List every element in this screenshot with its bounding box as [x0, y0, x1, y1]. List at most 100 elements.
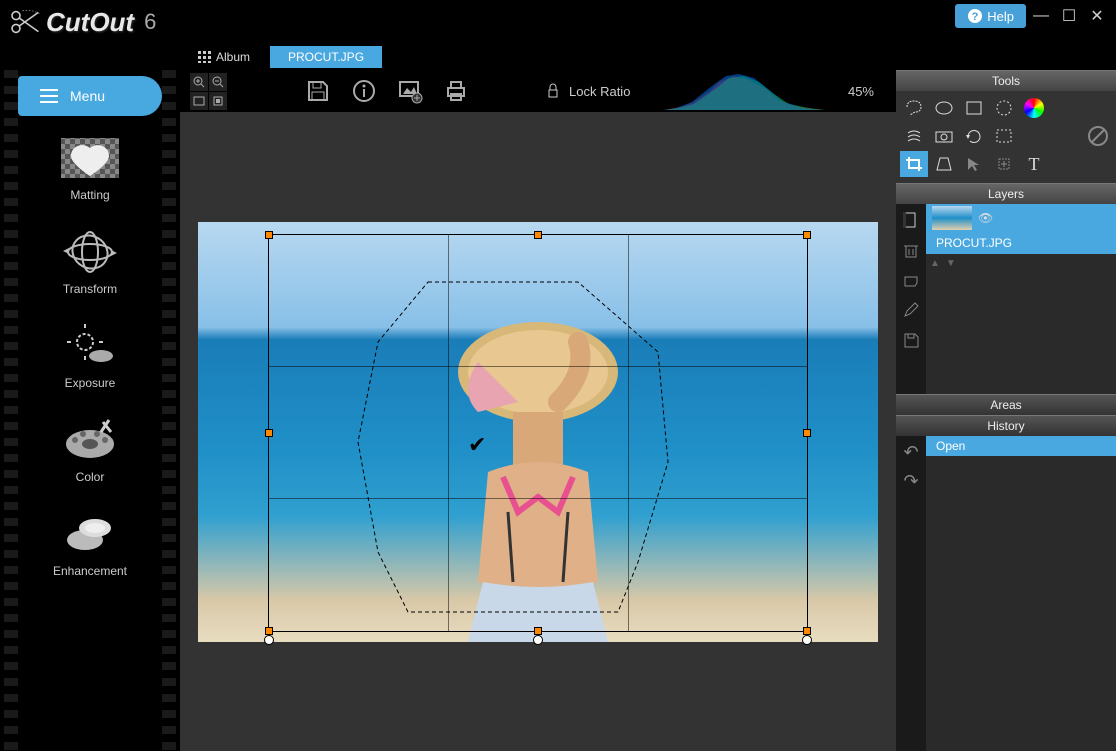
- matting-icon: [55, 134, 125, 182]
- close-button[interactable]: ✕: [1084, 5, 1110, 27]
- history-panel-header: History: [896, 415, 1116, 436]
- fit-button[interactable]: [190, 92, 208, 110]
- brush-icon: [904, 127, 924, 145]
- lasso-icon: [904, 99, 924, 117]
- tool-text[interactable]: T: [1020, 151, 1048, 177]
- crop-handle-br[interactable]: [803, 627, 811, 635]
- sidebar-item-matting[interactable]: Matting: [18, 126, 162, 210]
- grid-icon: [198, 51, 212, 63]
- zoom-in-button[interactable]: [190, 73, 208, 91]
- sidebar-item-enhancement[interactable]: Enhancement: [18, 502, 162, 586]
- crop-handle-mr[interactable]: [803, 429, 811, 437]
- exposure-icon: [55, 322, 125, 370]
- zoom-in-icon: [193, 76, 205, 88]
- rotate-handle-br[interactable]: [802, 635, 812, 645]
- confirm-icon[interactable]: ✔: [468, 432, 486, 458]
- tool-marquee[interactable]: [990, 123, 1018, 149]
- actual-icon: [212, 95, 224, 107]
- app-version: 6: [144, 9, 156, 35]
- layer-edit-button[interactable]: [899, 298, 923, 322]
- filmstrip-left: [4, 70, 18, 751]
- tool-none[interactable]: [1084, 123, 1112, 149]
- layer-duplicate-button[interactable]: [899, 268, 923, 292]
- redo-button[interactable]: ↷: [903, 471, 918, 492]
- tool-lasso[interactable]: [900, 95, 928, 121]
- crop-handle-ml[interactable]: [265, 429, 273, 437]
- tool-ellipse-select[interactable]: [930, 95, 958, 121]
- sidebar-item-transform[interactable]: Transform: [18, 220, 162, 304]
- rotate-handle-bm[interactable]: [533, 635, 543, 645]
- menu-button[interactable]: Menu: [18, 76, 162, 116]
- histogram: [664, 72, 824, 110]
- rotate-handle-bl[interactable]: [264, 635, 274, 645]
- crop-handle-tm[interactable]: [534, 231, 542, 239]
- minimize-button[interactable]: —: [1028, 5, 1054, 27]
- tool-round-select[interactable]: [990, 95, 1018, 121]
- help-button[interactable]: ? Help: [955, 4, 1026, 28]
- fit-icon: [193, 95, 205, 107]
- menu-icon: [38, 86, 60, 106]
- undo-button[interactable]: ↶: [903, 442, 918, 463]
- help-icon: ?: [967, 8, 983, 24]
- pencil-icon: [902, 301, 920, 319]
- tool-move[interactable]: [960, 151, 988, 177]
- tab-file-active[interactable]: PROCUT.JPG: [270, 46, 382, 68]
- pointer-icon: [964, 155, 984, 173]
- canvas-area[interactable]: ✔: [180, 112, 896, 751]
- crop-frame[interactable]: [268, 234, 808, 632]
- print-button[interactable]: [439, 74, 473, 108]
- lock-ratio-toggle[interactable]: Lock Ratio: [545, 83, 630, 99]
- layer-up-button[interactable]: ▲: [930, 258, 940, 269]
- tool-brush[interactable]: [900, 123, 928, 149]
- tool-camera[interactable]: [930, 123, 958, 149]
- areas-panel-header: Areas: [896, 394, 1116, 415]
- layer-item[interactable]: 👁: [926, 204, 1116, 232]
- tab-album[interactable]: Album: [180, 46, 268, 68]
- history-panel: ↶ ↷ Open: [896, 436, 1116, 751]
- tool-rect-select[interactable]: [960, 95, 988, 121]
- info-icon: [351, 78, 377, 104]
- zoom-percentage: 45%: [848, 84, 874, 99]
- sidebar-left: Menu Matting Transform Exposure Color: [0, 70, 180, 751]
- tool-rotate[interactable]: [960, 123, 988, 149]
- layer-thumbnail: [932, 206, 972, 230]
- history-item[interactable]: Open: [926, 436, 1116, 456]
- histogram-chart: [664, 72, 824, 110]
- image-add-button[interactable]: [393, 74, 427, 108]
- new-layer-icon: [902, 211, 920, 229]
- tool-crop[interactable]: [900, 151, 928, 177]
- crop-handle-tr[interactable]: [803, 231, 811, 239]
- top-toolbar: Lock Ratio 45%: [180, 70, 896, 112]
- disk-icon: [902, 331, 920, 349]
- maximize-button[interactable]: ☐: [1056, 5, 1082, 27]
- center-area: Lock Ratio 45%: [180, 70, 896, 751]
- layer-save-button[interactable]: [899, 328, 923, 352]
- layer-visibility-icon[interactable]: 👁: [978, 211, 993, 225]
- sidebar-item-color[interactable]: Color: [18, 408, 162, 492]
- color-wheel-icon: [1024, 98, 1044, 118]
- crop-handle-bl[interactable]: [265, 627, 273, 635]
- sidebar-item-exposure[interactable]: Exposure: [18, 314, 162, 398]
- rect-icon: [964, 99, 984, 117]
- save-button[interactable]: [301, 74, 335, 108]
- transform-icon: [55, 228, 125, 276]
- info-button[interactable]: [347, 74, 381, 108]
- tool-color-wheel[interactable]: [1020, 95, 1048, 121]
- image-canvas[interactable]: ✔: [198, 222, 878, 642]
- tool-expand[interactable]: [990, 151, 1018, 177]
- camera-icon: [934, 127, 954, 145]
- ellipse-icon: [934, 99, 954, 117]
- right-panel: Tools T L: [896, 70, 1116, 751]
- color-icon: [55, 416, 125, 464]
- layer-new-button[interactable]: [899, 208, 923, 232]
- crop-handle-tl[interactable]: [265, 231, 273, 239]
- layer-delete-button[interactable]: [899, 238, 923, 262]
- trash-icon: [902, 241, 920, 259]
- actual-button[interactable]: [209, 92, 227, 110]
- layer-name: PROCUT.JPG: [936, 236, 1012, 250]
- tool-perspective[interactable]: [930, 151, 958, 177]
- zoom-out-button[interactable]: [209, 73, 227, 91]
- enhancement-icon: [55, 510, 125, 558]
- layer-down-button[interactable]: ▼: [946, 258, 956, 269]
- crop-handle-bm[interactable]: [534, 627, 542, 635]
